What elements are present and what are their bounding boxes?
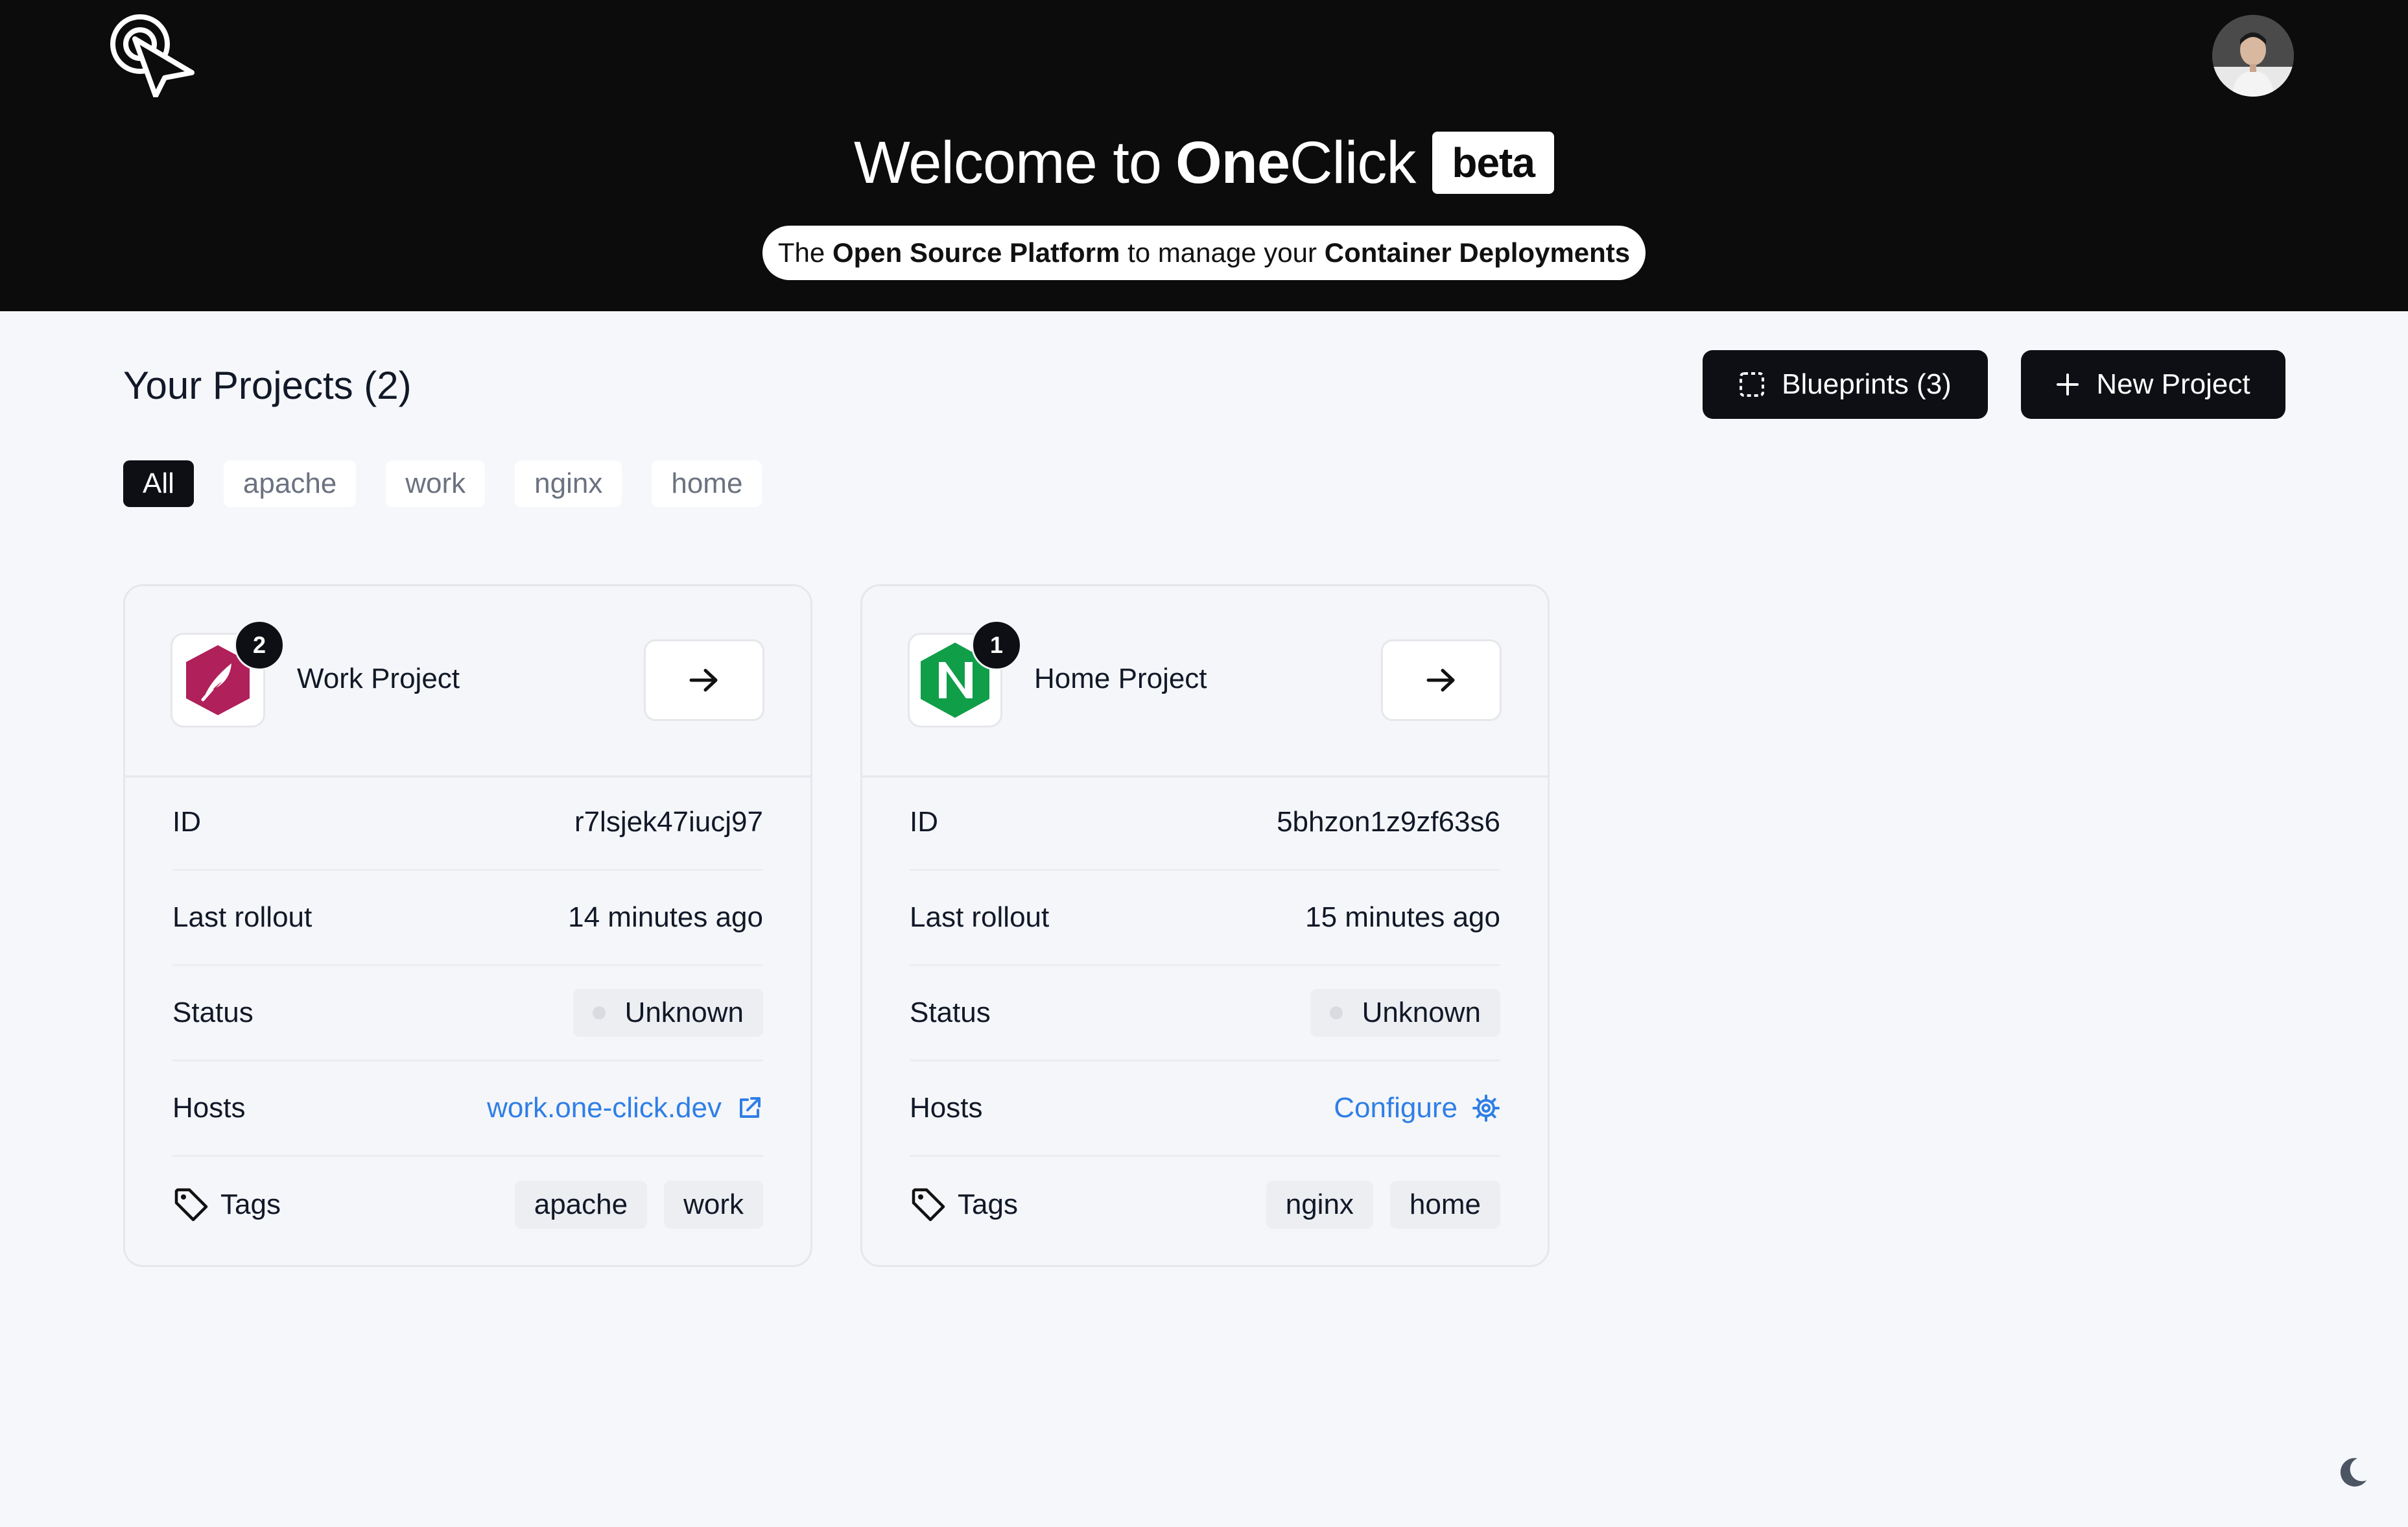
last-rollout-value: 14 minutes ago bbox=[568, 901, 763, 933]
filter-nginx[interactable]: nginx bbox=[515, 460, 622, 507]
brand-click: Click bbox=[1290, 129, 1416, 196]
detail-row-id: ID 5bhzon1z9zf63s6 bbox=[910, 775, 1500, 871]
blueprints-button[interactable]: Blueprints (3) bbox=[1703, 350, 1988, 419]
welcome-title: Welcome to One Click beta bbox=[0, 124, 2408, 201]
last-rollout-value: 15 minutes ago bbox=[1305, 901, 1500, 933]
open-project-button[interactable] bbox=[1381, 639, 1502, 721]
tag-work[interactable]: work bbox=[664, 1180, 763, 1229]
projects-title: Your Projects (2) bbox=[123, 364, 412, 407]
project-card-work: 2 Work Project ID r7lsjek47iucj97 Last r… bbox=[123, 584, 812, 1267]
tagline-part-3: to manage your bbox=[1127, 237, 1317, 268]
status-text: Unknown bbox=[1362, 997, 1481, 1028]
detail-row-hosts: Hosts Configure bbox=[910, 1061, 1500, 1157]
open-project-button[interactable] bbox=[644, 639, 764, 721]
blueprint-icon bbox=[1740, 372, 1765, 397]
id-label: ID bbox=[172, 806, 201, 838]
status-label: Status bbox=[910, 997, 991, 1028]
last-rollout-label: Last rollout bbox=[172, 901, 313, 933]
dark-mode-toggle-icon[interactable] bbox=[2335, 1456, 2369, 1489]
id-label: ID bbox=[910, 806, 938, 838]
configure-link-text: Configure bbox=[1334, 1092, 1458, 1124]
tag-home[interactable]: home bbox=[1389, 1180, 1500, 1229]
configure-hosts-link[interactable]: Configure bbox=[1334, 1092, 1500, 1124]
filter-work[interactable]: work bbox=[386, 460, 486, 507]
tagline-part-1: The bbox=[777, 237, 825, 268]
detail-row-status: Status Unknown bbox=[910, 966, 1500, 1061]
tag-icon bbox=[174, 1188, 208, 1221]
tags-label-wrap: Tags bbox=[172, 1186, 281, 1224]
arrow-right-icon bbox=[689, 669, 718, 692]
tags-label-wrap: Tags bbox=[910, 1186, 1018, 1224]
hosts-label: Hosts bbox=[172, 1092, 246, 1124]
status-badge: Unknown bbox=[572, 989, 763, 1037]
project-tags: nginx home bbox=[1266, 1180, 1500, 1229]
status-badge: Unknown bbox=[1310, 989, 1500, 1037]
status-text: Unknown bbox=[624, 997, 744, 1028]
tag-icon bbox=[912, 1188, 945, 1221]
tagline-part-2: Open Source Platform bbox=[832, 237, 1120, 268]
project-id: r7lsjek47iucj97 bbox=[574, 806, 763, 838]
user-avatar-image-icon bbox=[2212, 15, 2294, 97]
app-root: Welcome to One Click beta The Open Sourc… bbox=[0, 0, 2408, 1527]
card-header: 1 Home Project bbox=[862, 586, 1548, 777]
project-name: Work Project bbox=[297, 663, 460, 694]
new-project-button[interactable]: New Project bbox=[2021, 350, 2285, 419]
last-rollout-label: Last rollout bbox=[910, 901, 1050, 933]
arrow-right-icon bbox=[1426, 669, 1455, 692]
welcome-prefix: Welcome to bbox=[854, 129, 1162, 196]
status-dot-icon bbox=[1329, 1006, 1343, 1019]
filter-all[interactable]: All bbox=[123, 460, 194, 507]
status-dot-icon bbox=[592, 1006, 606, 1019]
detail-row-last-rollout: Last rollout 15 minutes ago bbox=[910, 871, 1500, 966]
hero-header: Welcome to One Click beta The Open Sourc… bbox=[0, 0, 2408, 311]
service-count-badge: 1 bbox=[971, 620, 1022, 670]
tags-label: Tags bbox=[958, 1188, 1018, 1220]
user-avatar[interactable] bbox=[2212, 15, 2294, 97]
host-link-text: work.one-click.dev bbox=[487, 1092, 722, 1124]
detail-row-status: Status Unknown bbox=[172, 966, 763, 1061]
tag-filters: All apache work nginx home bbox=[123, 460, 762, 507]
detail-row-id: ID r7lsjek47iucj97 bbox=[172, 775, 763, 871]
blueprints-label: Blueprints (3) bbox=[1782, 368, 1952, 400]
project-details: ID r7lsjek47iucj97 Last rollout 14 minut… bbox=[172, 775, 763, 1252]
detail-row-tags: Tags apache work bbox=[172, 1157, 763, 1252]
filter-apache[interactable]: apache bbox=[223, 460, 357, 507]
project-details: ID 5bhzon1z9zf63s6 Last rollout 15 minut… bbox=[910, 775, 1500, 1252]
status-label: Status bbox=[172, 997, 254, 1028]
oneclick-logo-icon[interactable] bbox=[109, 13, 197, 97]
detail-row-hosts: Hosts work.one-click.dev bbox=[172, 1061, 763, 1157]
tag-apache[interactable]: apache bbox=[514, 1180, 648, 1229]
card-header: 2 Work Project bbox=[125, 586, 810, 777]
project-id: 5bhzon1z9zf63s6 bbox=[1277, 806, 1500, 838]
external-link-icon bbox=[740, 1097, 761, 1118]
filter-home[interactable]: home bbox=[652, 460, 762, 507]
project-tags: apache work bbox=[514, 1180, 763, 1229]
plus-icon bbox=[2057, 373, 2079, 396]
detail-row-tags: Tags nginx home bbox=[910, 1157, 1500, 1252]
gear-icon bbox=[1472, 1095, 1500, 1122]
tag-nginx[interactable]: nginx bbox=[1266, 1180, 1373, 1229]
tags-label: Tags bbox=[220, 1188, 281, 1220]
tagline-part-4: Container Deployments bbox=[1324, 237, 1631, 268]
brand-one: One bbox=[1175, 129, 1290, 196]
project-name: Home Project bbox=[1034, 663, 1207, 694]
tagline: The Open Source Platform to manage your … bbox=[762, 226, 1646, 280]
host-link[interactable]: work.one-click.dev bbox=[487, 1092, 763, 1124]
new-project-label: New Project bbox=[2096, 368, 2250, 400]
detail-row-last-rollout: Last rollout 14 minutes ago bbox=[172, 871, 763, 966]
hosts-label: Hosts bbox=[910, 1092, 983, 1124]
project-card-home: 1 Home Project ID 5bhzon1z9zf63s6 Last r… bbox=[860, 584, 1550, 1267]
service-count-badge: 2 bbox=[234, 620, 285, 670]
beta-badge: beta bbox=[1432, 132, 1554, 194]
